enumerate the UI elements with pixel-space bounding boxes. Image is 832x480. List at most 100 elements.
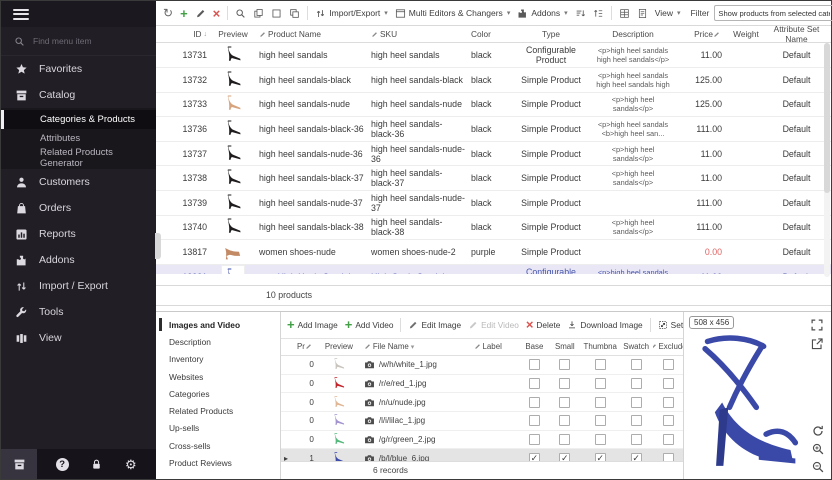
column-header-description[interactable]: Description: [589, 26, 677, 42]
image-row[interactable]: 0/r/e/red_1.jpg: [281, 375, 683, 394]
column-header-base[interactable]: Base: [520, 339, 548, 355]
column-header-id[interactable]: ID↓: [170, 26, 210, 42]
small-checkbox[interactable]: [559, 359, 570, 370]
product-row[interactable]: 13737high heel sandals-nude-36high heel …: [156, 142, 831, 167]
tab-inventory[interactable]: Inventory: [156, 351, 280, 368]
tab-categories[interactable]: Categories: [156, 385, 280, 402]
swatch-checkbox[interactable]: [631, 378, 642, 389]
add-video-button[interactable]: +Add Video: [342, 316, 397, 333]
column-header-attribute-set-name[interactable]: Attribute Set Name: [767, 26, 826, 42]
image-row[interactable]: 0/w/h/white_1.jpg: [281, 356, 683, 375]
exclude-checkbox[interactable]: [663, 415, 674, 426]
column-header-product-name[interactable]: Product Name: [256, 26, 368, 42]
import-export-button[interactable]: Import/Export▾: [312, 6, 391, 21]
fullscreen-button[interactable]: [810, 318, 824, 332]
thumbnail-checkbox[interactable]: [595, 397, 606, 408]
small-checkbox[interactable]: [559, 434, 570, 445]
column-header-weight[interactable]: Weight: [725, 26, 767, 42]
addons-button[interactable]: Addons▾: [514, 6, 570, 21]
sidebar-item-catalog[interactable]: Catalog: [1, 82, 156, 108]
sidebar-item-addons[interactable]: Addons: [1, 247, 156, 273]
tab-product-reviews[interactable]: Product Reviews: [156, 454, 280, 471]
exclude-checkbox[interactable]: [663, 378, 674, 389]
product-row[interactable]: 13733high heel sandals-nudehigh heel san…: [156, 93, 831, 118]
thumbnail-checkbox[interactable]: ✓: [595, 453, 606, 461]
exclude-checkbox[interactable]: [663, 359, 674, 370]
column-header-label[interactable]: Label: [471, 339, 521, 355]
copy-button[interactable]: [250, 6, 267, 21]
duplicate-button[interactable]: [286, 6, 303, 21]
tab-cross-sells[interactable]: Cross-sells: [156, 437, 280, 454]
product-row[interactable]: 13738high heel sandals-black-37high heel…: [156, 166, 831, 191]
small-checkbox[interactable]: [559, 397, 570, 408]
thumbnail-checkbox[interactable]: [595, 378, 606, 389]
settings-button[interactable]: ⚙: [122, 455, 140, 473]
zoom-out-button[interactable]: [811, 460, 825, 474]
swatch-checkbox[interactable]: [631, 359, 642, 370]
column-header-color[interactable]: Color: [468, 26, 513, 42]
edit-video-button[interactable]: Edit Video: [465, 318, 522, 332]
exclude-checkbox[interactable]: [663, 453, 674, 461]
image-row[interactable]: 0/l/i/lilac_1.jpg: [281, 412, 683, 431]
column-header-price[interactable]: Price: [677, 26, 725, 42]
delete-image-button[interactable]: ×Delete: [523, 316, 564, 333]
exclude-checkbox[interactable]: [663, 434, 674, 445]
rotate-button[interactable]: [811, 424, 825, 438]
help-button[interactable]: ?: [53, 455, 71, 473]
multi-editors-button[interactable]: Multi Editors & Changers▾: [392, 6, 514, 21]
vertical-scrollbar[interactable]: [824, 43, 830, 277]
sidebar-collapse-handle[interactable]: [155, 233, 161, 259]
product-row[interactable]: 13739high heel sandals-nude-37high heel …: [156, 191, 831, 216]
product-row[interactable]: ▸13931new High Heels SandalsHigh Geels S…: [156, 265, 831, 274]
product-row[interactable]: 13732high heel sandals-blackhigh heel sa…: [156, 68, 831, 93]
swatch-checkbox[interactable]: [631, 397, 642, 408]
tab-up-sells[interactable]: Up-sells: [156, 420, 280, 437]
column-header-swatch[interactable]: Swatch: [619, 339, 653, 355]
sidebar-item-attributes[interactable]: Attributes: [1, 129, 156, 148]
tab-websites[interactable]: Websites: [156, 368, 280, 385]
add-product-button[interactable]: +: [177, 5, 191, 22]
small-checkbox[interactable]: [559, 415, 570, 426]
base-checkbox[interactable]: [529, 378, 540, 389]
image-row[interactable]: 0/n/u/nude.jpg: [281, 393, 683, 412]
edit-product-button[interactable]: [192, 6, 209, 21]
product-row[interactable]: 13736high heel sandals-black-36high heel…: [156, 117, 831, 142]
category-filter-select[interactable]: Show products from selected categories ▾: [714, 5, 832, 21]
thumbnail-checkbox[interactable]: [595, 434, 606, 445]
thumbnail-checkbox[interactable]: [595, 359, 606, 370]
image-row[interactable]: 0/g/r/green_2.jpg: [281, 431, 683, 450]
product-row[interactable]: 13740high heel sandals-black-38high heel…: [156, 216, 831, 241]
search-button[interactable]: [232, 6, 249, 21]
lock-button[interactable]: [87, 455, 105, 473]
sidebar-search-input[interactable]: Find menu item: [1, 27, 156, 56]
swatch-checkbox[interactable]: ✓: [631, 453, 642, 461]
sidebar-item-categories-products[interactable]: Categories & Products: [1, 110, 156, 129]
thumbnail-checkbox[interactable]: [595, 415, 606, 426]
refresh-button[interactable]: ↻: [160, 5, 176, 21]
sidebar-item-related-products-generator[interactable]: Related Products Generator: [1, 148, 156, 167]
column-header-sku[interactable]: SKU: [368, 26, 468, 42]
store-button[interactable]: [1, 449, 37, 479]
base-checkbox[interactable]: ✓: [529, 453, 540, 461]
tab-related-products[interactable]: Related Products: [156, 402, 280, 419]
tab-description[interactable]: Description: [156, 333, 280, 350]
base-checkbox[interactable]: [529, 397, 540, 408]
open-external-button[interactable]: [810, 337, 824, 351]
small-checkbox[interactable]: ✓: [559, 453, 570, 461]
column-header-file-name[interactable]: File Name▾: [361, 339, 471, 355]
image-row[interactable]: ▸1/b/l/blue_6.jpg✓✓✓✓: [281, 449, 683, 461]
sidebar-item-orders[interactable]: Orders: [1, 195, 156, 221]
swatch-checkbox[interactable]: [631, 434, 642, 445]
product-row[interactable]: 13731high heel sandalshigh heel sandalsb…: [156, 43, 831, 68]
delete-product-button[interactable]: ×: [210, 5, 224, 22]
add-image-button[interactable]: +Add Image: [284, 316, 341, 333]
column-header-exclude[interactable]: Exclude: [653, 339, 683, 355]
product-row[interactable]: 13817women shoes-nudewomen shoes-nude-2p…: [156, 240, 831, 265]
column-header-type[interactable]: Type: [513, 26, 589, 42]
sort-columns-button[interactable]: [572, 6, 589, 21]
sidebar-item-favorites[interactable]: Favorites: [1, 56, 156, 82]
swatch-checkbox[interactable]: [631, 415, 642, 426]
hamburger-menu-button[interactable]: [1, 1, 156, 27]
row-order-button[interactable]: [590, 6, 607, 21]
column-header-preview[interactable]: Preview: [317, 339, 361, 355]
